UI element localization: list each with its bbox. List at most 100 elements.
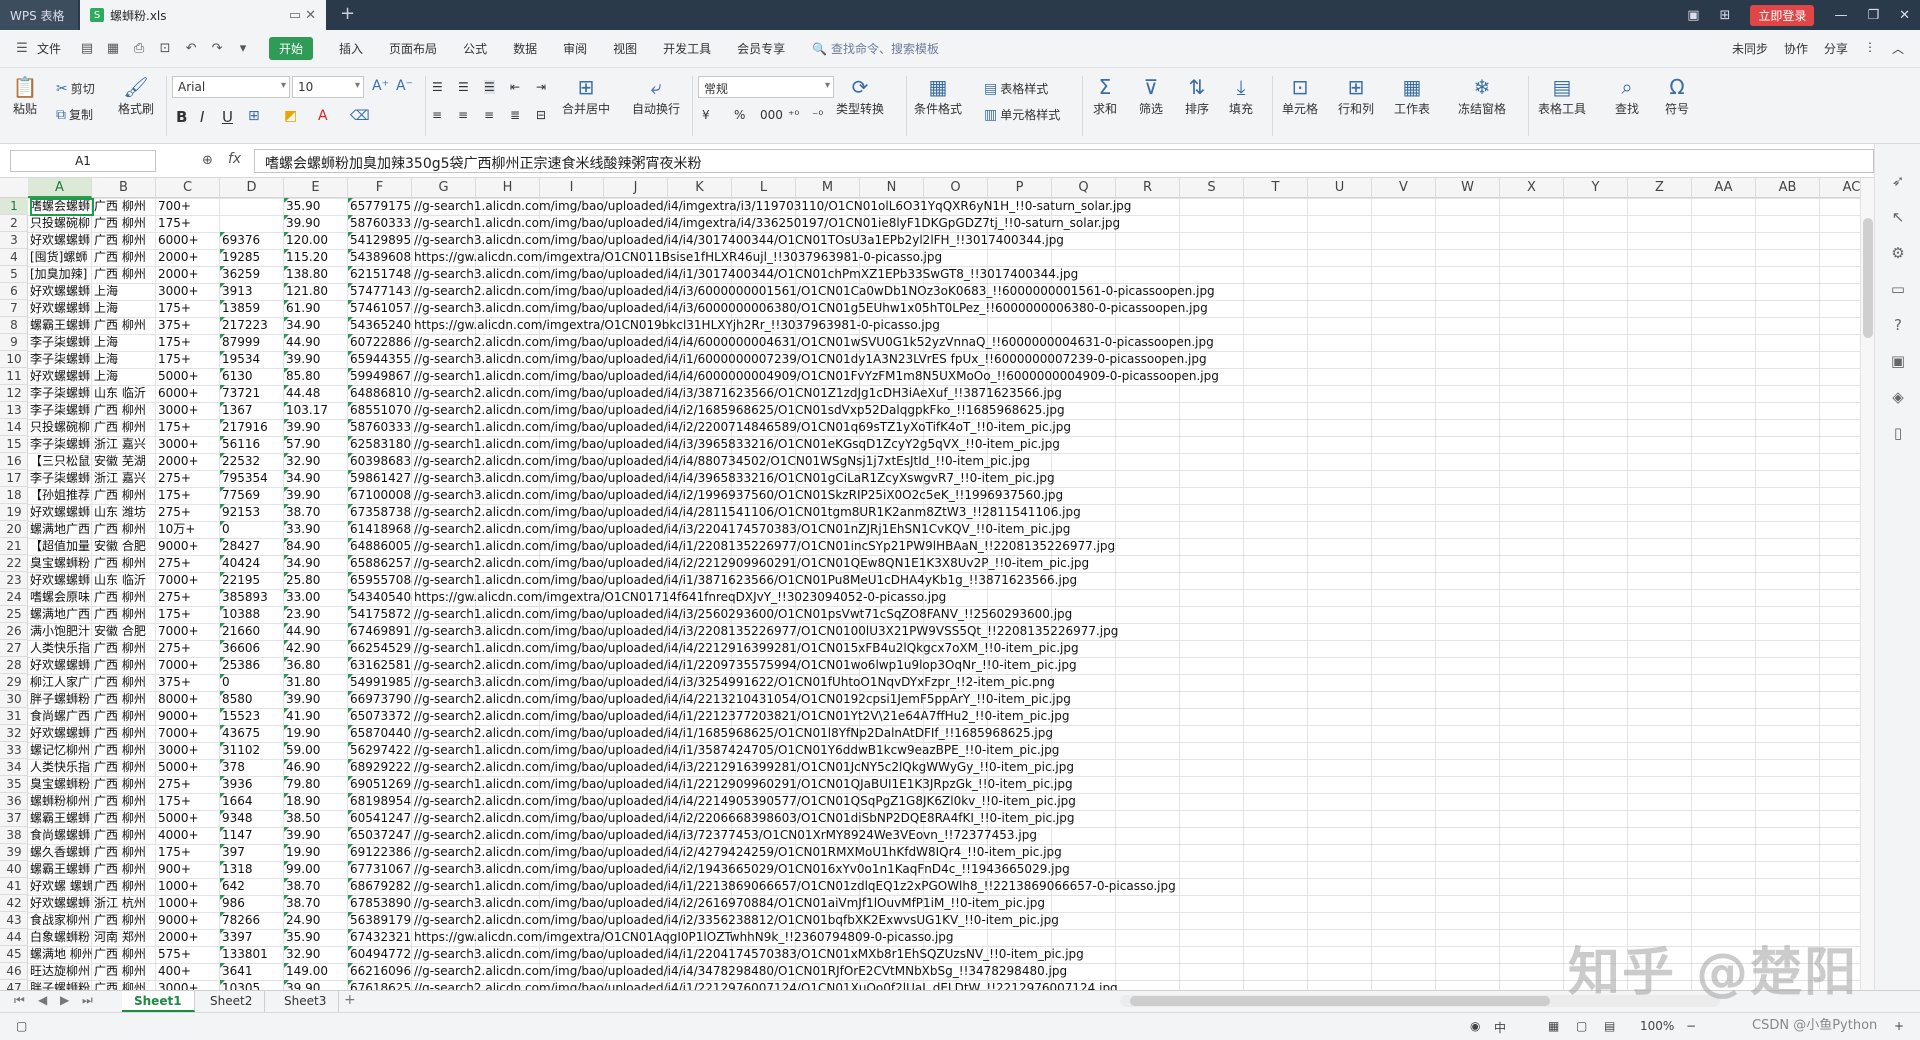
cell-b[interactable]: 浙江 嘉兴	[92, 470, 156, 487]
cell-c[interactable]: 375+	[156, 674, 220, 691]
cell-g[interactable]: //g-search1.alicdn.com/img/bao/uploaded/…	[412, 572, 1612, 589]
decrease-decimal-icon[interactable]: ⁻⁰	[812, 108, 823, 122]
cell-d[interactable]: 1367	[220, 402, 284, 419]
cell-a[interactable]: 只投螺碗柳	[28, 419, 92, 436]
cell-a[interactable]: 好欢螺螺蛳	[28, 725, 92, 742]
row-header[interactable]: 1	[0, 198, 28, 215]
cell-c[interactable]: 275+	[156, 589, 220, 606]
indent-increase-icon[interactable]: ⇥	[536, 80, 546, 94]
zoom-out-button[interactable]: −	[1686, 1019, 1696, 1033]
cell-g[interactable]: //g-search2.alicdn.com/img/bao/uploaded/…	[412, 385, 1612, 402]
column-header-n[interactable]: N	[860, 178, 924, 198]
cell-g[interactable]: //g-search3.alicdn.com/img/bao/uploaded/…	[412, 266, 1612, 283]
cell-c[interactable]: 2000+	[156, 453, 220, 470]
sidebar-rocket-icon[interactable]: ➶	[1889, 172, 1907, 190]
cell-f[interactable]: 543896082	[348, 249, 412, 266]
cell-b[interactable]: 广西 柳州	[92, 487, 156, 504]
cell-f[interactable]: 607228861	[348, 334, 412, 351]
menu-developer[interactable]: 开发工具	[663, 40, 711, 57]
cell-b[interactable]: 广西 柳州	[92, 691, 156, 708]
cell-c[interactable]: 275+	[156, 640, 220, 657]
cell-b[interactable]: 广西 柳州	[92, 249, 156, 266]
cell-g[interactable]: https://gw.alicdn.com/imgextra/O1CN011Bs…	[412, 249, 1612, 266]
cell-c[interactable]: 175+	[156, 215, 220, 232]
cell-c[interactable]: 700+	[156, 198, 220, 215]
column-header-q[interactable]: Q	[1052, 178, 1116, 198]
cell-c[interactable]: 5000+	[156, 759, 220, 776]
row-header[interactable]: 18	[0, 487, 28, 504]
cell-a[interactable]: 李子柒螺蛳	[28, 402, 92, 419]
bold-button[interactable]: B	[176, 108, 187, 126]
cell-a[interactable]: 好欢螺螺蛳	[28, 283, 92, 300]
cell-g[interactable]: //g-search2.alicdn.com/img/bao/uploaded/…	[412, 963, 1612, 980]
cell-e[interactable]: 24.90	[284, 912, 348, 929]
column-header-e[interactable]: E	[284, 178, 348, 198]
cell-d[interactable]: 397	[220, 844, 284, 861]
row-header[interactable]: 2	[0, 215, 28, 232]
cell-d[interactable]: 56116	[220, 436, 284, 453]
copy-button[interactable]: ⧉ 复制	[56, 106, 93, 123]
cell-c[interactable]: 7000+	[156, 725, 220, 742]
row-col-button[interactable]: ⊞ 行和列	[1338, 74, 1374, 117]
font-grow-button[interactable]: A⁺	[372, 78, 392, 94]
row-header[interactable]: 46	[0, 963, 28, 980]
cell-c[interactable]: 9000+	[156, 912, 220, 929]
cell-button[interactable]: ⊡ 单元格	[1282, 74, 1318, 117]
row-header[interactable]: 25	[0, 606, 28, 623]
cell-f[interactable]: 604947726	[348, 946, 412, 963]
command-search[interactable]: 🔍 查找命令、搜索模板	[812, 40, 939, 57]
cell-f[interactable]: 669737901	[348, 691, 412, 708]
cell-e[interactable]: 41.90	[284, 708, 348, 725]
cell-b[interactable]: 山东 临沂	[92, 385, 156, 402]
cell-f[interactable]: 562974220	[348, 742, 412, 759]
cell-b[interactable]: 广西 柳州	[92, 674, 156, 691]
cell-e[interactable]: 120.00	[284, 232, 348, 249]
cell-f[interactable]: 677310675	[348, 861, 412, 878]
cell-a[interactable]: [囤货]螺蛳	[28, 249, 92, 266]
cell-g[interactable]: //g-search2.alicdn.com/img/bao/uploaded/…	[412, 827, 1612, 844]
cell-e[interactable]: 103.17	[284, 402, 348, 419]
cell-g[interactable]: //g-search2.alicdn.com/img/bao/uploaded/…	[412, 844, 1612, 861]
cell-f[interactable]: 689292228	[348, 759, 412, 776]
cell-a[interactable]: 李子柒螺蛳	[28, 351, 92, 368]
column-header-m[interactable]: M	[796, 178, 860, 198]
cell-e[interactable]: 39.90	[284, 827, 348, 844]
cell-c[interactable]: 275+	[156, 776, 220, 793]
cell-g[interactable]: //g-search2.alicdn.com/img/bao/uploaded/…	[412, 980, 1612, 990]
align-left-icon[interactable]: ≡	[432, 108, 442, 122]
cell-e[interactable]: 44.90	[284, 623, 348, 640]
cell-b[interactable]: 广西 柳州	[92, 708, 156, 725]
cell-d[interactable]: 78266	[220, 912, 284, 929]
column-header-f[interactable]: F	[348, 178, 412, 198]
cell-g[interactable]: //g-search2.alicdn.com/img/bao/uploaded/…	[412, 555, 1612, 572]
cell-f[interactable]: 563891796	[348, 912, 412, 929]
worksheet-button[interactable]: ▦ 工作表	[1394, 74, 1430, 117]
cell-c[interactable]: 6000+	[156, 232, 220, 249]
cell-c[interactable]: 575+	[156, 946, 220, 963]
cell-g[interactable]: //g-search1.alicdn.com/img/bao/uploaded/…	[412, 776, 1612, 793]
cell-e[interactable]: 36.80	[284, 657, 348, 674]
row-header[interactable]: 10	[0, 351, 28, 368]
cell-a[interactable]: [加臭加辣]	[28, 266, 92, 283]
cell-d[interactable]: 3641	[220, 963, 284, 980]
cell-a[interactable]: 螺满地 柳州	[28, 946, 92, 963]
column-header-z[interactable]: Z	[1628, 178, 1692, 198]
row-header[interactable]: 40	[0, 861, 28, 878]
cell-f[interactable]: 662160967	[348, 963, 412, 980]
page-break-view-icon[interactable]: ▤	[1604, 1019, 1615, 1033]
menu-file[interactable]: 文件	[37, 40, 61, 57]
column-header-s[interactable]: S	[1180, 178, 1244, 198]
cell-b[interactable]: 山东 潍坊	[92, 504, 156, 521]
align-middle-icon[interactable]: ☰	[458, 80, 469, 94]
cell-f[interactable]: 574610574	[348, 300, 412, 317]
eye-icon[interactable]: ◉	[1470, 1019, 1480, 1033]
cell-f[interactable]: 676186257	[348, 980, 412, 990]
cell-a[interactable]: 螺记忆柳州	[28, 742, 92, 759]
column-header-p[interactable]: P	[988, 178, 1052, 198]
login-button[interactable]: 立即登录	[1750, 4, 1815, 26]
formula-input[interactable]: 嗜螺会螺蛳粉加臭加辣350g5袋广西柳州正宗速食米线酸辣粥宵夜米粉	[254, 149, 1874, 173]
cell-f[interactable]: 574771437	[348, 283, 412, 300]
cell-c[interactable]: 9000+	[156, 538, 220, 555]
find-button[interactable]: ⌕ 查找	[1614, 74, 1640, 117]
cell-a[interactable]: 好欢螺螺蛳	[28, 232, 92, 249]
